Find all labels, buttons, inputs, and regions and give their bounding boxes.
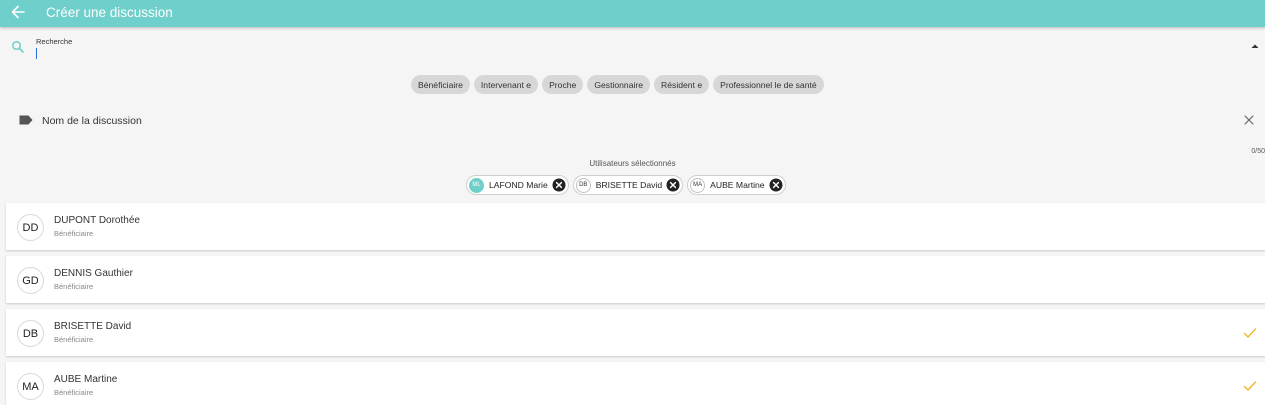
selected-user-chip: MA AUBE Martine <box>687 175 786 195</box>
collapse-arrow-icon[interactable] <box>1250 42 1260 50</box>
check-icon <box>1243 381 1257 391</box>
avatar: GD <box>17 267 44 294</box>
selected-user-name: AUBE Martine <box>710 180 765 190</box>
avatar: DD <box>17 214 44 241</box>
avatar: MA <box>17 373 44 400</box>
discussion-name-field[interactable]: Nom de la discussion <box>42 115 142 127</box>
avatar: DB <box>17 320 44 347</box>
selected-users-title: Utilisateurs sélectionnés <box>589 159 676 168</box>
check-icon <box>1243 328 1257 338</box>
selected-user-chip: DB BRISETTE David <box>572 175 684 195</box>
user-name: DUPONT Dorothée <box>54 215 140 226</box>
search-input[interactable] <box>35 47 1215 59</box>
character-counter: 0/50 <box>1251 148 1265 155</box>
search-icon <box>11 40 24 53</box>
filter-chip-beneficiaire[interactable]: Bénéficiaire <box>411 75 470 94</box>
selected-user-name: BRISETTE David <box>595 180 663 190</box>
user-role: Bénéficiaire <box>54 335 94 344</box>
filter-chip-intervenant[interactable]: Intervenant e <box>473 75 539 94</box>
app-header: Créer une discussion <box>0 0 1265 27</box>
label-icon <box>19 115 33 125</box>
filter-chip-resident[interactable]: Résident e <box>654 75 710 94</box>
user-name: DENNIS Gauthier <box>54 268 133 279</box>
role-filter-chips: Bénéficiaire Intervenant e Proche Gestio… <box>411 75 824 94</box>
selected-user-name: LAFOND Marie <box>489 180 548 190</box>
user-role: Bénéficiaire <box>54 388 94 397</box>
user-name: BRISETTE David <box>54 321 132 332</box>
user-list: DD DUPONT Dorothée Bénéficiaire GD DENNI… <box>6 203 1265 405</box>
filter-chip-gestionnaire[interactable]: Gestionnaire <box>587 75 651 94</box>
selected-user-chip: ML LAFOND Marie <box>466 175 569 195</box>
remove-circle-icon[interactable] <box>666 178 680 192</box>
list-item[interactable]: MA AUBE Martine Bénéficiaire <box>6 362 1265 405</box>
avatar: ML <box>469 177 484 193</box>
search-label: Recherche <box>36 37 73 46</box>
user-role: Bénéficiaire <box>54 282 94 291</box>
page-title: Créer une discussion <box>46 5 173 20</box>
close-icon[interactable] <box>1243 114 1255 126</box>
user-role: Bénéficiaire <box>54 229 94 238</box>
text-cursor <box>36 48 37 59</box>
filter-chip-professionnel-sante[interactable]: Professionnel le de santé <box>713 75 824 94</box>
filter-chip-proche[interactable]: Proche <box>542 75 584 94</box>
user-name: AUBE Martine <box>54 374 118 385</box>
remove-circle-icon[interactable] <box>552 178 566 192</box>
list-item[interactable]: DB BRISETTE David Bénéficiaire <box>6 309 1265 356</box>
list-item[interactable]: DD DUPONT Dorothée Bénéficiaire <box>6 203 1265 250</box>
arrow-back-icon[interactable] <box>10 3 26 21</box>
selected-users-chips: ML LAFOND Marie DB BRISETTE David MA AUB… <box>466 175 786 195</box>
avatar: DB <box>575 177 591 193</box>
list-item[interactable]: GD DENNIS Gauthier Bénéficiaire <box>6 256 1265 303</box>
avatar: MA <box>690 177 706 193</box>
remove-circle-icon[interactable] <box>769 178 783 192</box>
